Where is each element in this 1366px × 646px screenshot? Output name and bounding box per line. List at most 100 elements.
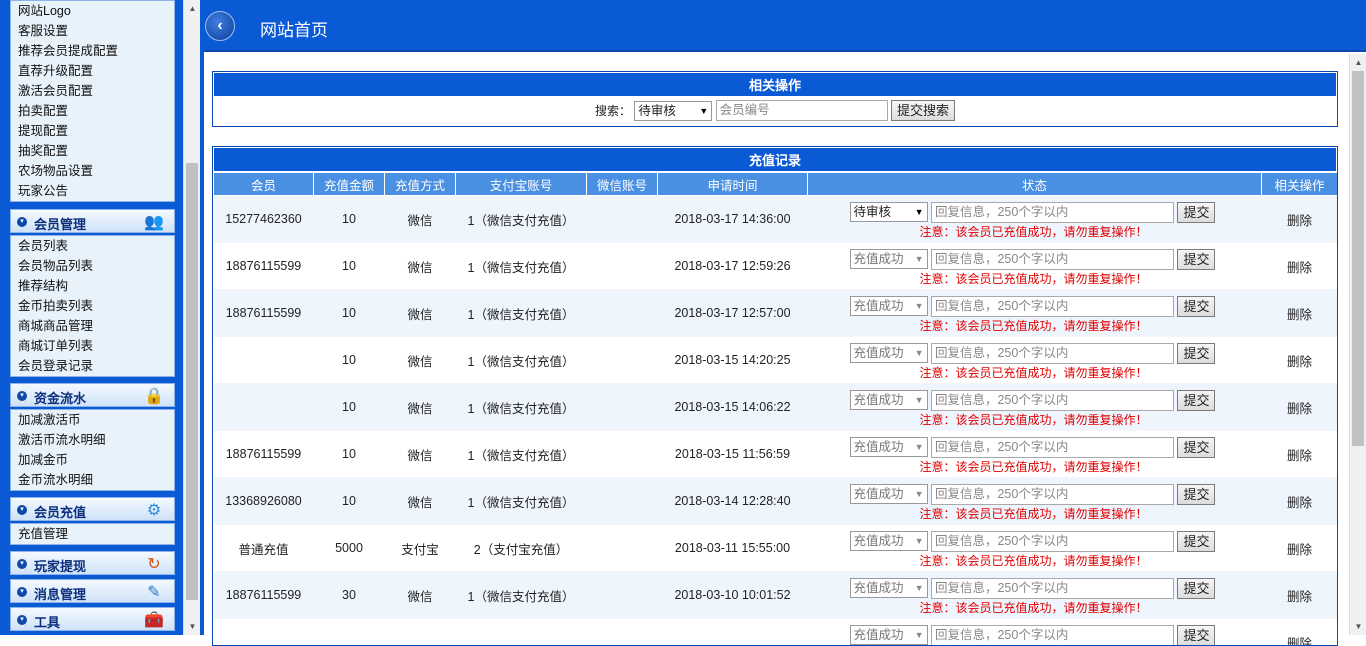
sidebar-item[interactable]: 激活币流水明细 [11,430,174,450]
delete-link[interactable]: 删除 [1287,402,1312,416]
scroll-down-arrow-icon[interactable]: ▼ [1350,618,1366,635]
delete-link[interactable]: 删除 [1287,496,1312,510]
status-submit-button[interactable]: 提交 [1177,390,1215,411]
sidebar-scroll-thumb[interactable] [186,163,198,600]
sidebar-item[interactable]: 加减金币 [11,450,174,470]
sidebar-item[interactable]: 抽奖配置 [11,141,174,161]
sidebar-item[interactable]: 商城订单列表 [11,336,174,356]
cell-amount: 10 [314,290,385,337]
reply-input[interactable]: 回复信息，250个字以内 [931,296,1174,317]
sidebar-item[interactable]: 推荐会员提成配置 [11,41,174,61]
table-row: 10微信1（微信支付充值）2018-03-15 14:06:22充值成功▼ 回复… [214,384,1338,431]
sidebar-item[interactable]: 提现配置 [11,121,174,141]
delete-link[interactable]: 删除 [1287,449,1312,463]
scroll-down-arrow-icon[interactable]: ▼ [184,618,201,635]
chevron-down-icon: ▼ [915,438,924,456]
status-submit-button[interactable]: 提交 [1177,625,1215,646]
cell-member [214,337,314,384]
status-submit-button[interactable]: 提交 [1177,202,1215,223]
sidebar-scrollbar[interactable]: ▲ ▼ [183,0,200,635]
table-row: 1887611559910微信1（微信支付充值）2018-03-15 11:56… [214,431,1338,478]
sidebar-section-header[interactable]: ▾消息管理✎ [10,579,175,603]
users-icon: 👥 [144,212,164,232]
scroll-up-arrow-icon[interactable]: ▲ [1350,54,1366,71]
cell-method: 微信 [385,478,456,525]
sidebar-item[interactable]: 金币拍卖列表 [11,296,174,316]
cell-alipay: 1（微信支付充值） [456,196,587,243]
reply-input[interactable]: 回复信息，250个字以内 [931,202,1174,223]
status-submit-button[interactable]: 提交 [1177,484,1215,505]
status-select[interactable]: 充值成功▼ [850,249,928,269]
sidebar-item[interactable]: 拍卖配置 [11,101,174,121]
status-submit-button[interactable]: 提交 [1177,343,1215,364]
delete-link[interactable]: 删除 [1287,308,1312,322]
reply-input[interactable]: 回复信息，250个字以内 [931,531,1174,552]
delete-link[interactable]: 删除 [1287,261,1312,275]
cell-alipay: 1（微信支付充值） [456,243,587,290]
status-select[interactable]: 充值成功▼ [850,343,928,363]
chevron-left-icon[interactable]: ‹ [205,11,235,41]
sidebar-item[interactable]: 金币流水明细 [11,470,174,490]
delete-link[interactable]: 删除 [1287,355,1312,369]
cell-alipay: 1（微信支付充值） [456,337,587,384]
delete-link[interactable]: 删除 [1287,543,1312,557]
sidebar-item[interactable]: 充值管理 [11,524,174,544]
status-select[interactable]: 充值成功▼ [850,296,928,316]
sidebar-section-title: 玩家提现 [34,556,86,575]
scroll-up-arrow-icon[interactable]: ▲ [184,0,201,17]
status-submit-button[interactable]: 提交 [1177,249,1215,270]
status-select[interactable]: 充值成功▼ [850,437,928,457]
status-filter-select[interactable]: 待审核▼ [634,101,712,121]
delete-link[interactable]: 删除 [1287,590,1312,604]
sidebar-item[interactable]: 直荐升级配置 [11,61,174,81]
cell-alipay: 1（微信支付充值） [456,478,587,525]
status-submit-button[interactable]: 提交 [1177,296,1215,317]
status-select[interactable]: 待审核▼ [850,202,928,222]
sidebar-item[interactable]: 会员登录记录 [11,356,174,376]
cell-wechat [587,337,658,384]
delete-link[interactable]: 删除 [1287,637,1312,646]
cell-alipay: 1（微信支付充值） [456,290,587,337]
cell-alipay: 1（微信支付充值） [456,572,587,619]
status-submit-button[interactable]: 提交 [1177,437,1215,458]
status-select[interactable]: 充值成功▼ [850,578,928,598]
main-scroll-thumb[interactable] [1352,71,1364,446]
sidebar-section-header[interactable]: ▾会员充值⚙ [10,497,175,521]
sidebar-section-header[interactable]: ▾玩家提现↻ [10,551,175,575]
search-submit-button[interactable]: 提交搜索 [891,100,955,121]
reply-input[interactable]: 回复信息，250个字以内 [931,484,1174,505]
cell-method: 微信 [385,290,456,337]
status-submit-button[interactable]: 提交 [1177,578,1215,599]
sidebar-item[interactable]: 会员列表 [11,236,174,256]
sidebar-item[interactable]: 农场物品设置 [11,161,174,181]
sidebar-section-header[interactable]: ▾资金流水🔒 [10,383,175,407]
reply-input[interactable]: 回复信息，250个字以内 [931,390,1174,411]
status-submit-button[interactable]: 提交 [1177,531,1215,552]
reply-input[interactable]: 回复信息，250个字以内 [931,437,1174,458]
sidebar-section-header[interactable]: ▾会员管理👥 [10,209,175,233]
sidebar-item[interactable]: 加减激活币 [11,410,174,430]
member-id-input[interactable]: 会员编号 [716,100,888,121]
reply-input[interactable]: 回复信息，250个字以内 [931,343,1174,364]
main-scrollbar[interactable]: ▲ ▼ [1349,54,1366,635]
sidebar-item[interactable]: 推荐结构 [11,276,174,296]
status-select[interactable]: 充值成功▼ [850,531,928,551]
sidebar-item[interactable]: 网站Logo [11,1,174,21]
sidebar-item[interactable]: 激活会员配置 [11,81,174,101]
refresh-icon: ↻ [144,554,164,574]
status-select[interactable]: 充值成功▼ [850,484,928,504]
delete-link[interactable]: 删除 [1287,214,1312,228]
sidebar-item[interactable]: 商城商品管理 [11,316,174,336]
sidebar-section-header[interactable]: ▾工具🧰 [10,607,175,631]
records-panel: 充值记录 会员充值金额充值方式支付宝账号微信账号申请时间状态相关操作 15277… [212,146,1338,646]
sidebar-item[interactable]: 客服设置 [11,21,174,41]
cell-wechat [587,525,658,572]
reply-input[interactable]: 回复信息，250个字以内 [931,625,1174,646]
sidebar-item[interactable]: 玩家公告 [11,181,174,201]
sidebar-item[interactable]: 会员物品列表 [11,256,174,276]
status-select[interactable]: 充值成功▼ [850,625,928,645]
status-select[interactable]: 充值成功▼ [850,390,928,410]
reply-input[interactable]: 回复信息，250个字以内 [931,578,1174,599]
reply-input[interactable]: 回复信息，250个字以内 [931,249,1174,270]
cell-amount: 10 [314,337,385,384]
